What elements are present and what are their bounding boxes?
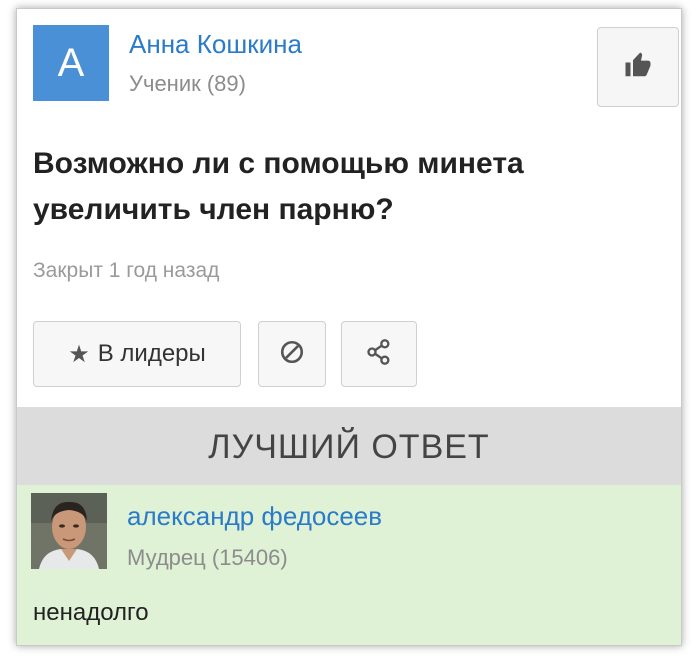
add-to-leaders-button[interactable]: ★ В лидеры <box>33 321 241 387</box>
answer-author-name[interactable]: александр федосеев <box>127 501 382 532</box>
report-button[interactable] <box>258 321 326 387</box>
question-title: Возможно ли с помощью минета увеличить ч… <box>33 147 524 226</box>
share-button[interactable] <box>341 321 417 387</box>
block-icon <box>279 339 305 370</box>
share-icon <box>365 338 393 371</box>
answer-text: ненадолго <box>33 599 149 626</box>
author-avatar[interactable]: A <box>33 25 109 101</box>
best-answer: александр федосеев Мудрец (15406) ненадо… <box>17 485 681 645</box>
answer-author-rank: Мудрец (15406) <box>127 545 288 570</box>
like-button[interactable] <box>597 27 679 107</box>
author-rank: Ученик (89) <box>129 71 246 96</box>
star-icon: ★ <box>68 340 90 368</box>
thumbs-up-icon <box>623 50 653 85</box>
best-answer-header: ЛУЧШИЙ ОТВЕТ <box>17 407 681 485</box>
author-name[interactable]: Анна Кошкина <box>129 29 302 60</box>
add-to-leaders-label: В лидеры <box>97 340 206 367</box>
question-card: A Анна Кошкина Ученик (89) Возможно ли с… <box>16 8 682 646</box>
closed-status: Закрыт 1 год назад <box>33 259 220 282</box>
answer-author-avatar[interactable] <box>31 493 107 569</box>
